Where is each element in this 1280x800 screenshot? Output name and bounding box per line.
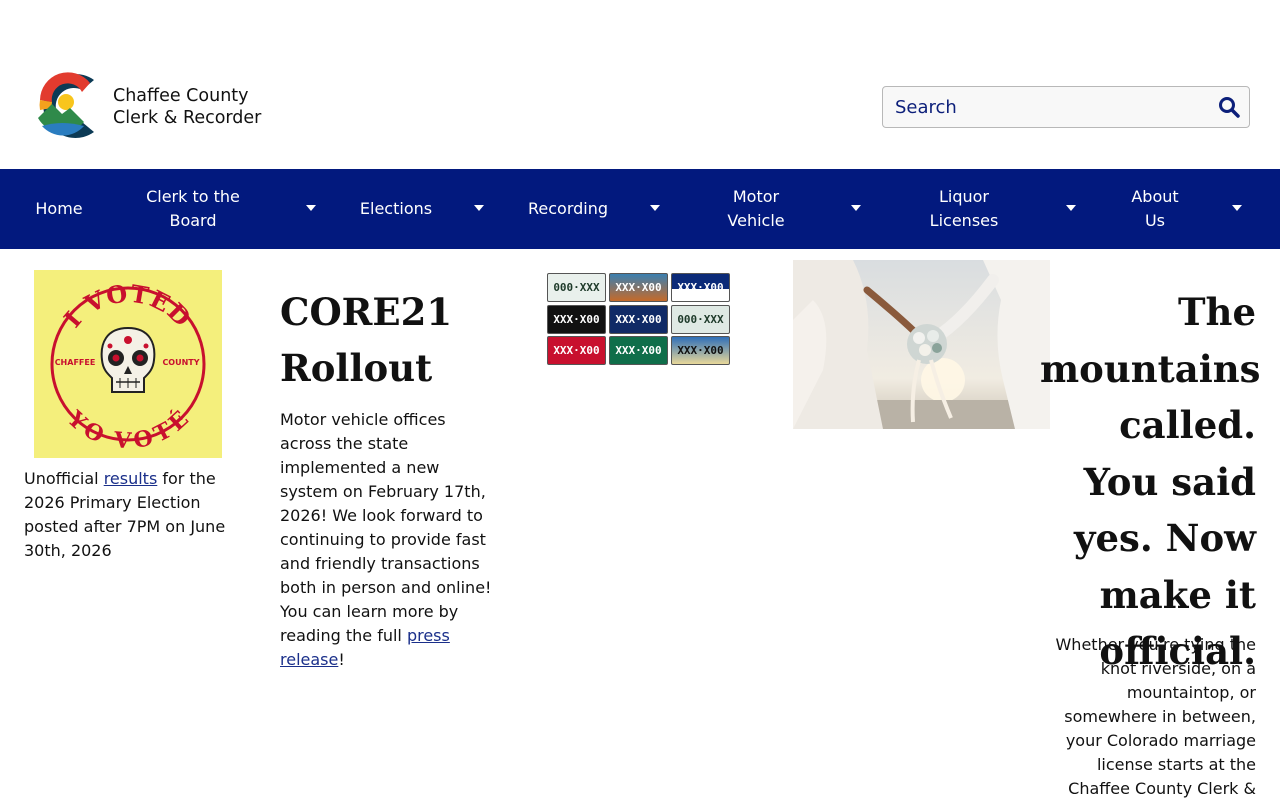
license-plate: 000·XXX [671,305,730,334]
marriage-heading: The mountains called. You said yes. Now … [1040,290,1261,673]
chevron-down-icon[interactable] [851,205,861,211]
search-box [882,86,1250,128]
license-plate: XXX·X00 [609,273,668,302]
site-name[interactable]: Chaffee County Clerk & Recorder [113,85,261,129]
license-plate: 000·XXX [547,273,606,302]
chevron-down-icon[interactable] [1232,205,1242,211]
search-icon[interactable] [1217,95,1241,119]
nav-item-about-us[interactable]: About Us [1124,169,1186,249]
results-link[interactable]: results [104,469,158,488]
nav-item-clerk-to-the-board[interactable]: Clerk to the Board [128,169,258,249]
nav-item-liquor-licenses[interactable]: Liquor Licenses [920,169,1008,249]
chevron-down-icon[interactable] [306,205,316,211]
license-plate: XXX·X00 [609,336,668,365]
core21-heading: CORE21 Rollout [280,290,453,390]
site-name-line2: Clerk & Recorder [113,108,262,128]
wedding-couple-image[interactable] [793,260,1050,429]
core21-body-text: Motor vehicle offices across the state i… [280,410,492,645]
chevron-down-icon[interactable] [650,205,660,211]
chevron-down-icon[interactable] [1066,205,1076,211]
nav-item-home[interactable]: Home [22,169,96,249]
nav-item-motor-vehicle[interactable]: Motor Vehicle [716,169,796,249]
nav-item-recording[interactable]: Recording [518,169,618,249]
badge-bottom-text: YO VOTÉ [62,405,194,454]
election-text-before: Unofficial [24,469,104,488]
license-plate: XXX·X00 [609,305,668,334]
core21-body-end: ! [338,650,345,669]
main-nav: Home Clerk to the Board Elections Record… [0,169,1280,249]
marriage-body: Whether you're tying the knot riverside,… [1055,635,1256,798]
license-plate: XXX·X00 [671,336,730,365]
site-name-line1: Chaffee County [113,86,249,106]
license-plates-image[interactable]: 000·XXX XXX·X00 XXX·X00 XXX·X00 XXX·X00 … [547,273,731,367]
nav-item-elections[interactable]: Elections [350,169,442,249]
badge-right-text: COUNTY [162,358,199,367]
chevron-down-icon[interactable] [474,205,484,211]
site-header: Chaffee County Clerk & Recorder [0,0,1280,169]
colorado-c-mountain-logo[interactable] [32,70,96,140]
license-plate: XXX·X00 [547,305,606,334]
i-voted-badge-image[interactable]: I VOTED YO VOTÉ CHAFFEE COUNTY [34,270,222,458]
license-plate: XXX·X00 [547,336,606,365]
core21-body: Motor vehicle offices across the state i… [280,408,492,672]
license-plate: XXX·X00 [671,273,730,302]
election-results-text: Unofficial results for the 2026 Primary … [24,467,239,563]
search-input[interactable] [883,87,1203,127]
badge-left-text: CHAFFEE [55,358,96,367]
svg-text:YO VOTÉ: YO VOTÉ [62,405,194,454]
